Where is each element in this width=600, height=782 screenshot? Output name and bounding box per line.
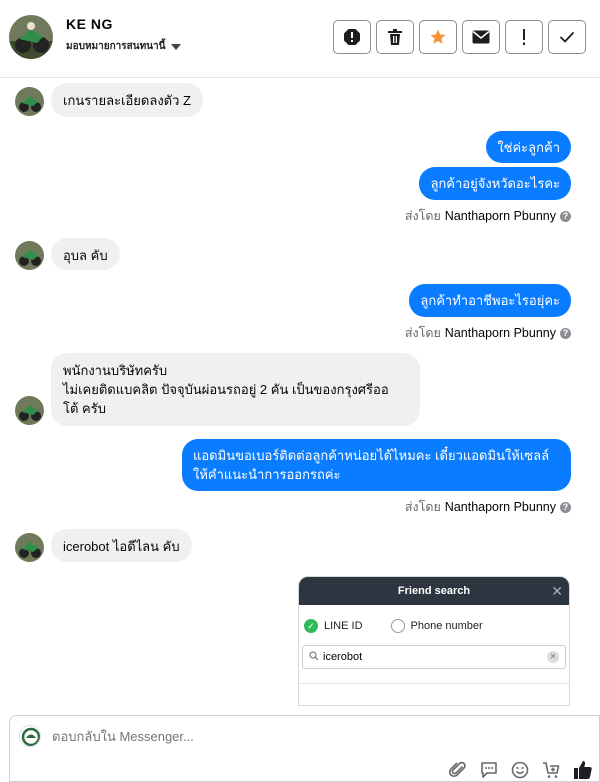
search-value: icerobot	[323, 651, 363, 663]
message-thread: เกนรายละเอียดลงตัว Z ใช่ค่ะลูกค้า ลูกค้า…	[0, 78, 600, 710]
sent-by-agent: Nanthaporn Pbunny	[444, 209, 556, 223]
incoming-message: icerobot ไอดีไลน คับ	[51, 529, 192, 562]
conversation-header: KE NG มอบหมายการสนทนานี้	[0, 0, 600, 78]
sent-by-label: ส่งโดย Nanthaporn Pbunny ?	[405, 497, 571, 517]
sent-by-label: ส่งโดย Nanthaporn Pbunny ?	[405, 323, 571, 343]
incoming-message: พนักงานบริษัทครับ ไม่เคยติดแบคลิต ปัจจุบ…	[51, 353, 420, 426]
alert-icon	[344, 29, 360, 45]
option-line-id: LINE ID	[324, 620, 363, 632]
mark-unread-button[interactable]	[462, 20, 500, 54]
sent-by-prefix: ส่งโดย	[404, 500, 441, 514]
sender-avatar[interactable]	[15, 533, 44, 562]
conversation-toolbar	[333, 20, 586, 54]
outgoing-message: แอดมินขอเบอร์ติดต่อลูกค้าหน่อยได้ไหมคะ เ…	[182, 439, 571, 491]
delete-button[interactable]	[376, 20, 414, 54]
composer-actions	[448, 760, 593, 782]
assign-label: มอบหมายการสนทนานี้	[66, 41, 166, 52]
page-avatar	[19, 725, 41, 747]
info-icon[interactable]: ?	[560, 210, 571, 222]
outgoing-message: ลูกค้าอยู่จังหวัดอะไรคะ	[419, 167, 571, 200]
friend-search-title: Friend search	[397, 585, 471, 597]
star-icon	[430, 29, 446, 44]
sender-avatar[interactable]	[15, 396, 44, 425]
attach-icon[interactable]	[448, 761, 467, 782]
outgoing-message: ลูกค้าทำอาชีพอะไรอยุ่คะ	[409, 284, 571, 317]
shared-screenshot-image[interactable]: Friend search ✕ ✓ LINE ID Phone number i…	[298, 576, 570, 706]
check-icon	[560, 32, 574, 43]
saved-replies-icon[interactable]	[480, 761, 498, 782]
friend-search-header: Friend search ✕	[299, 577, 569, 605]
contact-name: KE NG	[66, 16, 113, 32]
close-icon: ✕	[551, 583, 563, 599]
follow-up-button[interactable]	[505, 20, 543, 54]
reply-composer	[9, 715, 600, 782]
caret-down-icon	[171, 43, 182, 50]
sender-avatar[interactable]	[15, 87, 44, 116]
mark-done-button[interactable]	[548, 20, 586, 54]
friend-search-field: icerobot ✕	[302, 645, 566, 669]
sent-by-agent: Nanthaporn Pbunny	[444, 500, 556, 514]
exclamation-icon	[523, 29, 525, 45]
incoming-message: อุบล คับ	[51, 238, 120, 270]
option-phone: Phone number	[410, 620, 483, 632]
emoji-icon[interactable]	[511, 761, 529, 782]
search-type-options: ✓ LINE ID Phone number	[299, 605, 569, 633]
reply-input[interactable]	[52, 729, 472, 744]
sent-by-prefix: ส่งโดย	[404, 209, 441, 223]
incoming-message: เกนรายละเอียดลงตัว Z	[51, 83, 203, 117]
sent-by-agent: Nanthaporn Pbunny	[444, 326, 556, 340]
sent-by-prefix: ส่งโดย	[404, 326, 441, 340]
divider	[299, 683, 569, 684]
sent-by-label: ส่งโดย Nanthaporn Pbunny ?	[405, 206, 571, 226]
info-icon[interactable]: ?	[560, 327, 571, 339]
clear-icon: ✕	[547, 651, 559, 663]
sender-avatar[interactable]	[15, 241, 44, 270]
contact-avatar[interactable]	[9, 15, 53, 59]
info-icon[interactable]: ?	[560, 501, 571, 513]
trash-icon	[388, 29, 402, 45]
mail-icon	[472, 30, 490, 44]
thumbs-up-icon[interactable]	[573, 760, 593, 782]
outgoing-message: ใช่ค่ะลูกค้า	[486, 131, 571, 163]
star-button[interactable]	[419, 20, 457, 54]
search-icon	[309, 650, 319, 664]
cart-icon[interactable]	[542, 761, 560, 782]
radio-unchecked-icon	[390, 619, 405, 633]
radio-checked-icon: ✓	[304, 619, 318, 633]
assign-conversation-dropdown[interactable]: มอบหมายการสนทนานี้	[66, 39, 182, 54]
mark-spam-button[interactable]	[333, 20, 371, 54]
